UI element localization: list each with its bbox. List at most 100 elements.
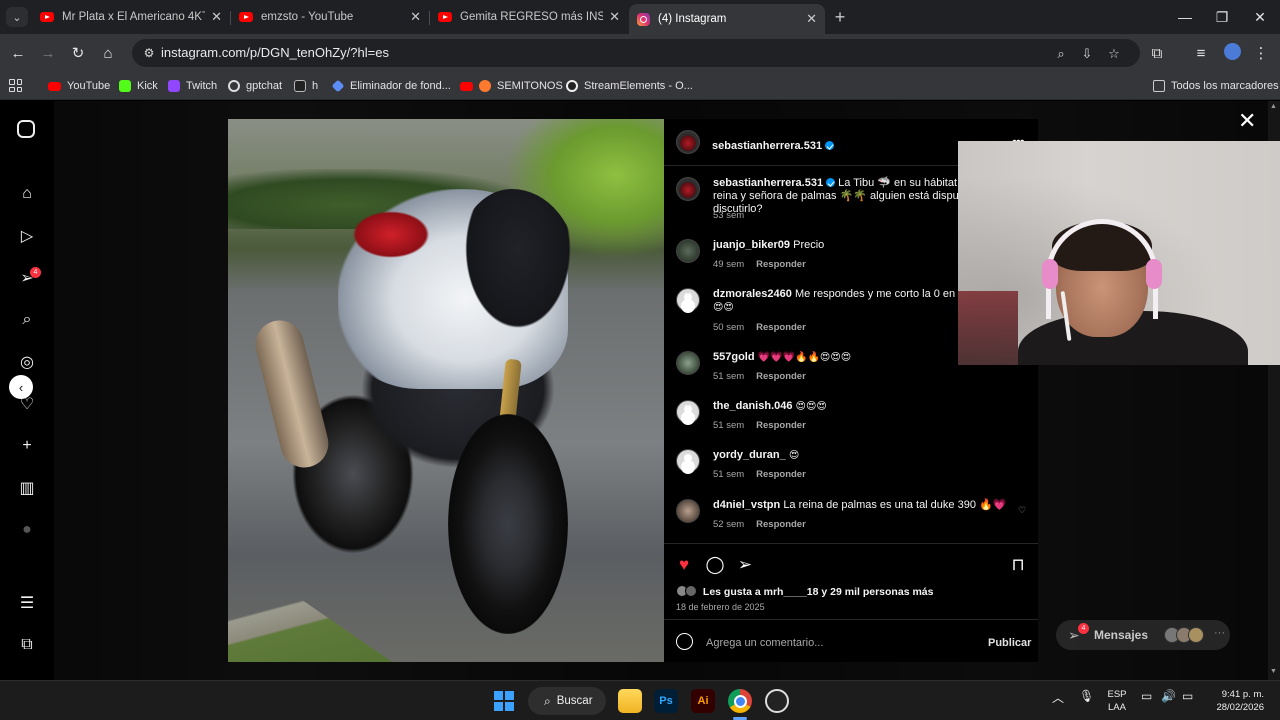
zoom-icon[interactable]: ⌕ (1052, 45, 1070, 63)
system-clock[interactable]: 9:41 p. m. 28/02/2026 (1206, 688, 1264, 714)
liked-heart-icon[interactable]: ♥ (674, 555, 694, 575)
save-bookmark-icon[interactable]: ⊓ (1008, 555, 1028, 575)
author-avatar[interactable] (676, 130, 700, 154)
battery-icon[interactable]: ▭ (1182, 689, 1193, 703)
post-author[interactable]: sebastianherrera.531 (712, 136, 835, 154)
reply-button[interactable]: Responder (756, 519, 806, 530)
reply-button[interactable]: Responder (756, 469, 806, 480)
emoji-smile-icon[interactable] (676, 633, 693, 650)
microphone-icon[interactable]: 🎙 (1079, 689, 1094, 703)
youtube-icon (40, 12, 54, 22)
obs-icon[interactable] (765, 689, 789, 713)
illustrator-icon[interactable]: Ai (691, 689, 715, 713)
back-arrow-icon[interactable]: ← (7, 42, 29, 64)
post-image-motorcycle[interactable] (228, 119, 664, 662)
scroll-up-arrow-icon[interactable]: ▲ (1270, 103, 1277, 110)
photoshop-icon[interactable]: Ps (654, 689, 678, 713)
comment-user[interactable]: 557gold (713, 351, 755, 363)
taskbar-search[interactable]: ⌕ Buscar (528, 687, 606, 715)
tab-emzsto[interactable]: emzsto - YouTube ✕ (231, 4, 429, 30)
scroll-down-arrow-icon[interactable]: ▼ (1270, 668, 1277, 675)
address-bar[interactable]: ⚙ instagram.com/p/DGN_tenOhZy/?hl=es ⌕ ⇩… (132, 39, 1140, 67)
messages-pill[interactable]: ➢ 4 Mensajes ··· (1056, 620, 1230, 650)
close-tab-icon[interactable]: ✕ (806, 11, 817, 27)
bookmark-eliminador[interactable]: Eliminador de fond... (331, 77, 451, 95)
profile-avatar-icon[interactable]: ● (17, 520, 37, 540)
close-tab-icon[interactable]: ✕ (410, 9, 421, 25)
profile-avatar[interactable] (1224, 43, 1241, 60)
bookmark-kick[interactable]: Kick (119, 77, 158, 95)
tab-gemita[interactable]: Gemita REGRESÓ más INSOPOR ✕ (430, 4, 628, 30)
share-send-icon[interactable]: ➢ (735, 555, 755, 575)
close-modal-icon[interactable]: ✕ (1238, 110, 1256, 132)
bookmark-star-icon[interactable]: ☆ (1105, 45, 1123, 63)
author-avatar[interactable] (676, 177, 700, 201)
threads-apps-icon[interactable]: ⧉ (17, 635, 37, 655)
apps-grid-icon[interactable] (9, 79, 22, 92)
explore-compass-icon[interactable]: ◎ (17, 352, 37, 372)
comment-user[interactable]: the_danish.046 (713, 400, 792, 412)
close-tab-icon[interactable]: ✕ (211, 9, 222, 25)
bookmark-h[interactable]: h (294, 77, 318, 95)
commenter-avatar[interactable] (676, 239, 700, 263)
comment-user[interactable]: yordy_duran_ (713, 449, 786, 461)
home-icon[interactable]: ⌂ (97, 42, 119, 64)
comment-input[interactable]: Agrega un comentario... (706, 637, 823, 649)
create-plus-icon[interactable]: + (17, 436, 37, 456)
search-icon[interactable]: ⌕ (17, 310, 37, 330)
bookmark-twitch[interactable]: Twitch (168, 77, 217, 95)
restore-icon[interactable]: ❐ (1205, 4, 1239, 30)
new-tab-plus-icon[interactable]: + (830, 7, 850, 27)
commenter-avatar[interactable] (676, 499, 700, 523)
reels-icon[interactable]: ▷ (17, 226, 37, 246)
bookmark-gptchat[interactable]: gptchat (228, 77, 282, 95)
reply-button[interactable]: Responder (756, 322, 806, 333)
comment-user[interactable]: d4niel_vstpn (713, 499, 780, 511)
chrome-icon[interactable] (728, 689, 752, 713)
reply-button[interactable]: Responder (756, 420, 806, 431)
comment-bubble-icon[interactable]: ◯ (705, 555, 725, 575)
media-controls-icon[interactable]: ≡ (1190, 42, 1212, 64)
menu-kebab-icon[interactable]: ⋮ (1250, 42, 1272, 64)
tab-search-chevron-icon[interactable]: ⌄ (6, 7, 28, 27)
site-settings-icon[interactable]: ⚙ (140, 44, 158, 62)
extensions-puzzle-icon[interactable]: ⧉ (1146, 42, 1168, 64)
reload-icon[interactable]: ↻ (67, 42, 89, 64)
comment-user[interactable]: juanjo_biker09 (713, 239, 790, 251)
commenter-avatar[interactable] (676, 449, 700, 473)
all-bookmarks[interactable]: Todos los marcadores (1153, 77, 1279, 95)
conversation-avatars (1164, 627, 1214, 643)
publish-button[interactable]: Publicar (988, 637, 1031, 649)
tray-overflow-chevron-icon[interactable]: ︿ (1052, 689, 1064, 706)
tab-instagram[interactable]: (4) Instagram ✕ (629, 4, 825, 34)
bookmark-semitonos[interactable]: SEMITONOS (460, 77, 563, 95)
dashboard-icon[interactable]: ▥ (17, 478, 37, 498)
file-explorer-icon[interactable] (618, 689, 642, 713)
bookmark-youtube[interactable]: YouTube (48, 77, 110, 95)
install-app-icon[interactable]: ⇩ (1078, 45, 1096, 63)
minimize-icon[interactable]: — (1168, 4, 1202, 30)
previous-post-icon[interactable]: ‹ (9, 375, 33, 399)
close-tab-icon[interactable]: ✕ (609, 9, 620, 25)
forward-arrow-icon[interactable]: → (37, 42, 59, 64)
reply-button[interactable]: Responder (756, 371, 806, 382)
more-menu-icon[interactable]: ☰ (17, 593, 37, 613)
commenter-avatar[interactable] (676, 351, 700, 375)
comment-user[interactable]: dzmorales2460 (713, 288, 792, 300)
reply-button[interactable]: Responder (756, 259, 806, 270)
bookmark-streamelements[interactable]: StreamElements - O... (566, 77, 693, 95)
caption-author[interactable]: sebastianherrera.531 (713, 177, 823, 189)
input-language[interactable]: ESP LAA (1104, 688, 1130, 714)
comment-text: 💗💗💗🔥🔥😍😍😍 (757, 352, 852, 363)
home-icon[interactable]: ⌂ (17, 184, 37, 204)
commenter-avatar[interactable] (676, 400, 700, 424)
likes-summary[interactable]: Les gusta a mrh____18 y 29 mil personas … (676, 585, 933, 598)
instagram-logo-icon[interactable] (17, 120, 35, 138)
like-comment-heart-icon[interactable]: ♡ (1018, 505, 1026, 516)
network-icon[interactable]: ▭ (1141, 689, 1152, 703)
volume-icon[interactable]: 🔊 (1161, 689, 1176, 703)
tab-mr-plata[interactable]: Mr Plata x El Americano 4KT - L ✕ (32, 4, 230, 30)
windows-start-icon[interactable] (494, 691, 514, 711)
close-window-icon[interactable]: ✕ (1243, 4, 1277, 30)
commenter-avatar[interactable] (676, 288, 700, 312)
